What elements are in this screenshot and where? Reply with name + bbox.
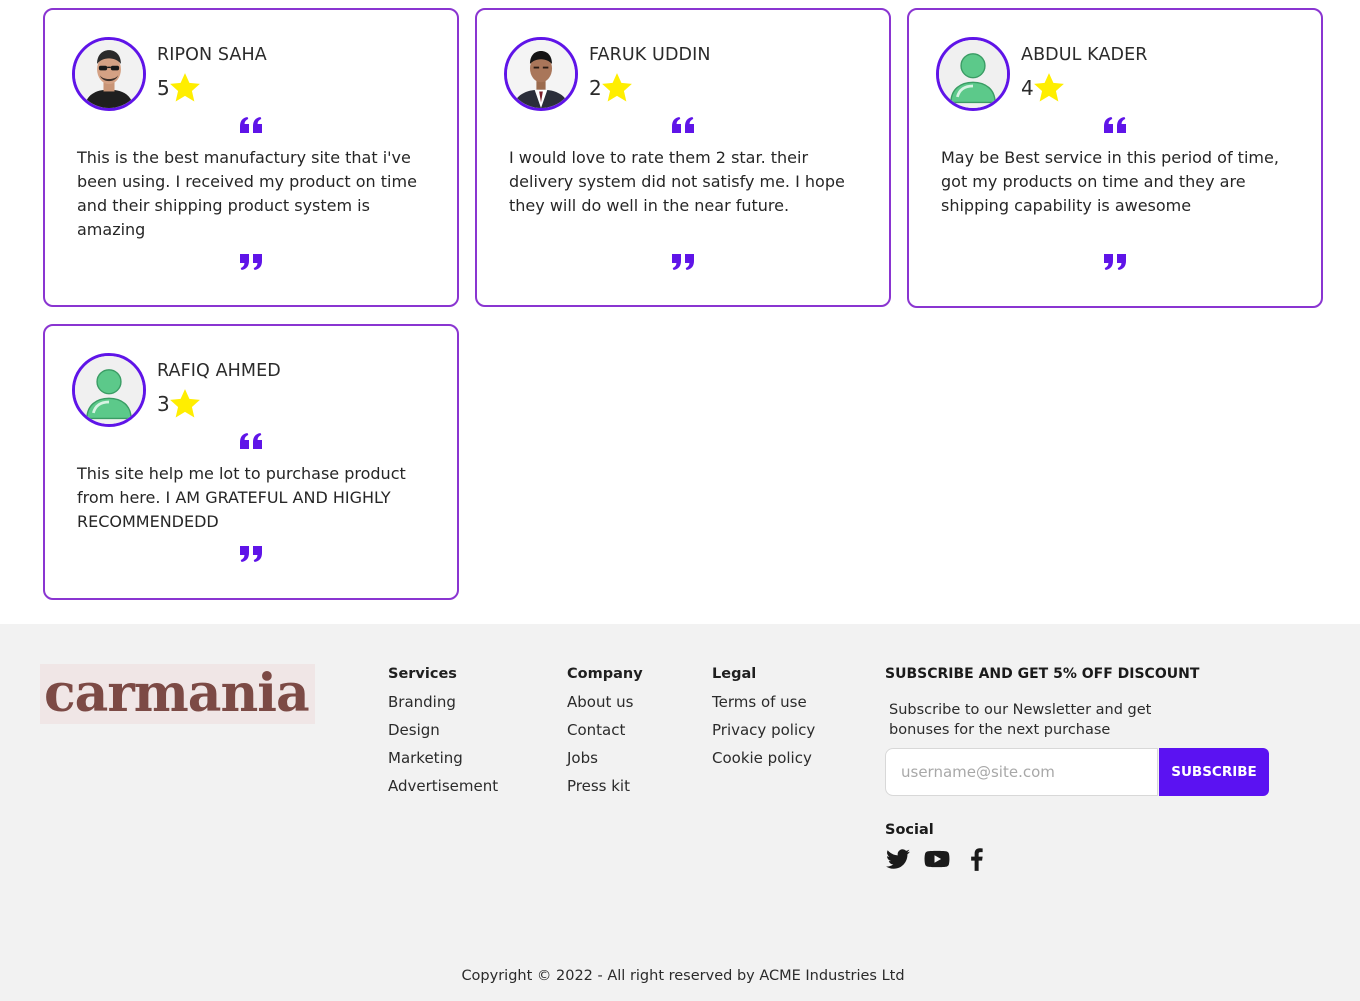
review-card: RAFIQ AHMED 3 This site help me lot to p… (43, 324, 459, 600)
man-suit-photo (507, 40, 575, 108)
review-card: RIPON SAHA 5 This is the best manufactur… (43, 8, 459, 307)
close-quote-icon (909, 253, 1321, 275)
footer-link-privacy[interactable]: Privacy policy (712, 720, 815, 740)
open-quote-icon (45, 116, 457, 138)
company-title: Company (567, 666, 643, 682)
default-user-icon (939, 40, 1007, 108)
reviews-section: RIPON SAHA 5 This is the best manufactur… (0, 0, 1360, 624)
twitter-icon[interactable] (885, 846, 911, 872)
reviewer-name: FARUK UDDIN (589, 45, 711, 65)
services-title: Services (388, 666, 457, 682)
open-quote-icon (909, 116, 1321, 138)
brand-logo[interactable]: carmania (40, 664, 315, 724)
man-sunglasses-photo (75, 40, 143, 108)
copyright-text: Copyright © 2022 - All right reserved by… (461, 968, 905, 984)
footer-link-jobs[interactable]: Jobs (567, 748, 643, 768)
star-icon (168, 71, 202, 105)
default-user-icon (75, 356, 143, 424)
review-text: This site help me lot to purchase produc… (77, 464, 406, 531)
reviewer-avatar (504, 37, 578, 111)
star-icon (168, 387, 202, 421)
close-quote-icon (477, 253, 889, 275)
footer-link-marketing[interactable]: Marketing (388, 748, 498, 768)
reviewer-avatar (72, 37, 146, 111)
legal-column: Legal Terms of use Privacy policy Cookie… (712, 664, 815, 776)
rating: 5 (157, 71, 202, 105)
youtube-icon[interactable] (924, 846, 950, 872)
reviewer-name: ABDUL KADER (1021, 45, 1148, 65)
subscribe-button[interactable]: SUBSCRIBE (1159, 748, 1269, 796)
reviewer-avatar (936, 37, 1010, 111)
footer: carmania Services Branding Design Market… (0, 624, 1360, 1001)
review-text: This is the best manufactury site that i… (77, 148, 417, 239)
footer-link-cookie[interactable]: Cookie policy (712, 748, 815, 768)
company-column: Company About us Contact Jobs Press kit (567, 664, 643, 804)
legal-title: Legal (712, 666, 757, 682)
footer-link-advertisement[interactable]: Advertisement (388, 776, 498, 796)
footer-link-about-us[interactable]: About us (567, 692, 643, 712)
footer-link-press-kit[interactable]: Press kit (567, 776, 643, 796)
email-input[interactable] (885, 748, 1158, 796)
social-title: Social (885, 822, 934, 838)
facebook-icon[interactable] (964, 846, 990, 872)
close-quote-icon (45, 253, 457, 275)
reviewer-name: RAFIQ AHMED (157, 361, 281, 381)
footer-link-contact[interactable]: Contact (567, 720, 643, 740)
subscribe-title: SUBSCRIBE AND GET 5% OFF DISCOUNT (885, 666, 1200, 682)
close-quote-icon (45, 545, 457, 567)
logo-text: carmania (44, 663, 310, 724)
footer-link-terms[interactable]: Terms of use (712, 692, 815, 712)
review-card: ABDUL KADER 4 May be Best service in thi… (907, 8, 1323, 308)
reviewer-avatar (72, 353, 146, 427)
reviewer-name: RIPON SAHA (157, 45, 267, 65)
star-icon (600, 71, 634, 105)
subscribe-description: Subscribe to our Newsletter and get bonu… (889, 702, 1152, 738)
review-text: I would love to rate them 2 star. their … (509, 148, 845, 215)
rating: 3 (157, 387, 202, 421)
review-card: FARUK UDDIN 2 I would love to rate them … (475, 8, 891, 307)
services-column: Services Branding Design Marketing Adver… (388, 664, 498, 804)
open-quote-icon (477, 116, 889, 138)
open-quote-icon (45, 432, 457, 454)
review-text: May be Best service in this period of ti… (941, 148, 1279, 215)
footer-link-design[interactable]: Design (388, 720, 498, 740)
rating: 2 (589, 71, 634, 105)
star-icon (1032, 71, 1066, 105)
rating: 4 (1021, 71, 1066, 105)
footer-link-branding[interactable]: Branding (388, 692, 498, 712)
